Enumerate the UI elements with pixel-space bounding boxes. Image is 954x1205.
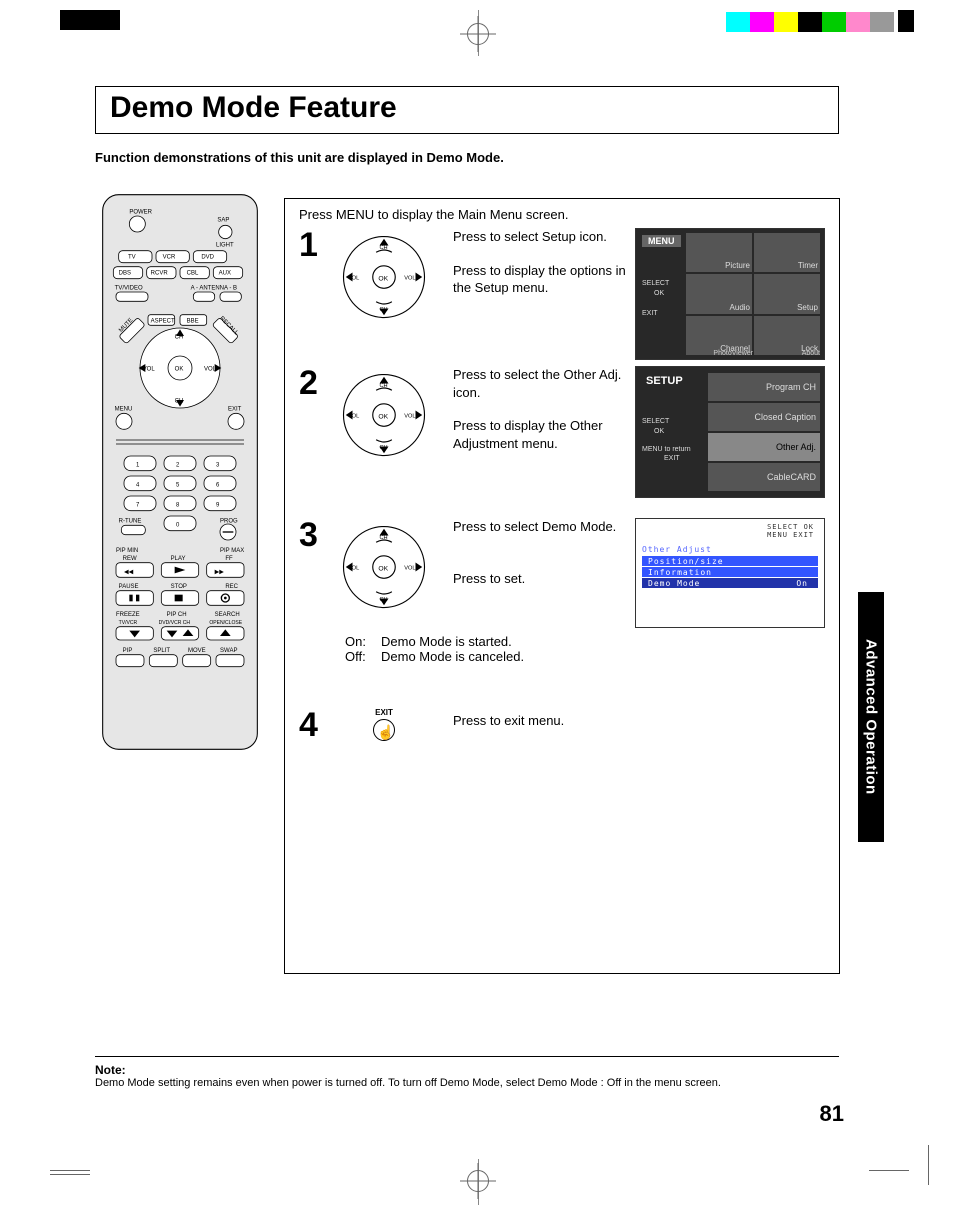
- remote-control-illustration: POWER SAP LIGHT TV VCR DVD DBS RCVR CBL …: [100, 192, 260, 772]
- svg-text:SPLIT: SPLIT: [153, 648, 170, 654]
- step-number: 2: [299, 366, 339, 400]
- step-3: 3 OK CH CH VOL VOL: [299, 518, 825, 628]
- svg-text:DVD/VCR CH: DVD/VCR CH: [159, 620, 191, 626]
- step-2: 2 OK CH CH VOL VOL: [299, 366, 825, 498]
- svg-text:DVD: DVD: [201, 255, 214, 261]
- svg-text:FREEZE: FREEZE: [116, 612, 140, 618]
- svg-text:CBL: CBL: [187, 271, 199, 277]
- svg-text:PIP CH: PIP CH: [167, 612, 187, 618]
- page-number: 81: [820, 1101, 844, 1127]
- svg-text:VOL: VOL: [404, 565, 415, 571]
- step-2-text-a: Press to select the Other Adj. icon.: [453, 366, 627, 401]
- page-title-frame: Demo Mode Feature: [95, 86, 839, 134]
- svg-text:PAUSE: PAUSE: [119, 584, 139, 590]
- svg-text:RCVR: RCVR: [151, 271, 169, 277]
- svg-text:LIGHT: LIGHT: [216, 243, 234, 249]
- svg-text:BBE: BBE: [187, 319, 199, 325]
- section-tab: Advanced Operation: [858, 592, 884, 842]
- svg-text:OK: OK: [378, 565, 388, 572]
- svg-text:TV/VIDEO: TV/VIDEO: [115, 285, 143, 291]
- nav-pad-icon: OK CH CH VOL VOL: [339, 522, 429, 615]
- svg-text:◀◀: ◀◀: [124, 569, 134, 575]
- svg-text:TV/VCR: TV/VCR: [119, 620, 138, 626]
- svg-text:VOL: VOL: [404, 413, 415, 419]
- note-label: Note:: [95, 1063, 126, 1077]
- svg-text:SAP: SAP: [217, 217, 229, 223]
- svg-text:▶▶: ▶▶: [215, 569, 225, 575]
- svg-text:OPEN/CLOSE: OPEN/CLOSE: [209, 620, 242, 626]
- svg-text:AUX: AUX: [219, 271, 231, 277]
- onoff-definitions: On:Demo Mode is started. Off:Demo Mode i…: [345, 634, 825, 664]
- step-4: 4 EXIT ☝ Press to exit menu.: [299, 704, 825, 746]
- step-number: 4: [299, 708, 339, 742]
- step-1: 1 OK CH CH VOL VOL: [299, 228, 825, 360]
- black-block: [60, 10, 120, 30]
- svg-text:ASPECT: ASPECT: [151, 319, 175, 325]
- note-block: Note: Demo Mode setting remains even whe…: [95, 1056, 839, 1089]
- svg-text:FF: FF: [225, 556, 233, 562]
- step-number: 1: [299, 228, 339, 262]
- svg-text:REC: REC: [225, 584, 238, 590]
- step-2-text-b: Press to display the Other Adjustment me…: [453, 417, 627, 452]
- registration-mark-icon: [460, 16, 496, 52]
- instruction-panel: Press MENU to display the Main Menu scre…: [284, 198, 840, 974]
- svg-text:PLAY: PLAY: [171, 556, 186, 562]
- svg-text:MOVE: MOVE: [188, 648, 206, 654]
- exit-button-icon: EXIT ☝: [364, 708, 404, 741]
- nav-pad-icon: OK CH CH VOL VOL: [339, 370, 429, 463]
- step-3-text-a: Press to select Demo Mode.: [453, 518, 627, 536]
- step-1-text-a: Press to select Setup icon.: [453, 228, 627, 246]
- svg-text:R-TUNE: R-TUNE: [119, 519, 142, 525]
- svg-text:PIP MIN: PIP MIN: [116, 548, 138, 554]
- svg-text:SWAP: SWAP: [220, 648, 237, 654]
- svg-text:MENU: MENU: [115, 407, 133, 413]
- page-subtitle: Function demonstrations of this unit are…: [95, 150, 504, 165]
- svg-text:SEARCH: SEARCH: [215, 612, 240, 618]
- svg-text:OK: OK: [378, 413, 388, 420]
- registration-mark-icon: [460, 1163, 496, 1199]
- print-registration-top: [0, 10, 954, 40]
- nav-pad-icon: OK CH CH VOL VOL: [339, 232, 429, 325]
- intro-text: Press MENU to display the Main Menu scre…: [299, 207, 825, 222]
- svg-text:POWER: POWER: [129, 209, 152, 215]
- svg-text:VCR: VCR: [163, 255, 176, 261]
- svg-text:DBS: DBS: [119, 271, 131, 277]
- svg-text:PIP MAX: PIP MAX: [220, 548, 244, 554]
- menu-screen-thumbnail: MENU SELECT OK EXIT PictureTimer AudioSe…: [635, 228, 825, 360]
- svg-text:PIP: PIP: [123, 648, 133, 654]
- note-text: Demo Mode setting remains even when powe…: [95, 1077, 721, 1089]
- step-4-text-a: Press to exit menu.: [453, 712, 627, 730]
- svg-text:TV: TV: [128, 255, 136, 261]
- svg-text:REW: REW: [123, 556, 137, 562]
- color-bar: [726, 12, 894, 32]
- svg-text:OK: OK: [175, 367, 184, 373]
- svg-text:A - ANTENNA - B: A - ANTENNA - B: [191, 285, 237, 291]
- svg-text:OK: OK: [378, 275, 388, 282]
- svg-text:VOL: VOL: [404, 275, 415, 281]
- step-number: 3: [299, 518, 339, 552]
- step-1-text-b: Press to display the options in the Setu…: [453, 262, 627, 297]
- svg-text:EXIT: EXIT: [228, 407, 242, 413]
- page-title: Demo Mode Feature: [110, 91, 824, 125]
- step-3-text-b: Press to set.: [453, 570, 627, 588]
- osd-screen-thumbnail: SELECT OK MENU EXIT Other Adjust Positio…: [635, 518, 825, 628]
- setup-screen-thumbnail: SETUP SELECT OK MENU to return EXIT Prog…: [635, 366, 825, 498]
- svg-text:STOP: STOP: [171, 584, 187, 590]
